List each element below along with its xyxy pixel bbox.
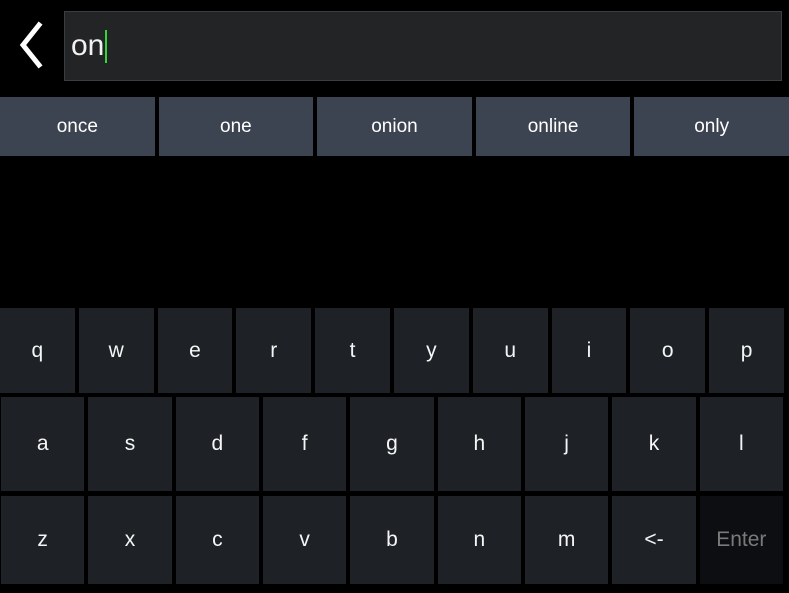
key-f[interactable]: f <box>262 397 347 491</box>
key-label: y <box>426 338 437 362</box>
suggestion-label: once <box>56 115 98 137</box>
key-label: u <box>504 338 517 362</box>
key-g[interactable]: g <box>350 397 434 491</box>
key-o[interactable]: o <box>630 308 706 393</box>
suggestion-chip[interactable]: once <box>0 97 155 156</box>
key-a[interactable]: a <box>1 397 85 491</box>
key-p[interactable]: p <box>709 308 784 393</box>
keyboard-row-2: asdfghjkl <box>0 397 789 491</box>
key-label: w <box>108 338 124 362</box>
suggestion-bar: once one onion online only <box>0 97 789 156</box>
key-backspace[interactable]: <- <box>612 496 696 584</box>
key-l[interactable]: l <box>699 397 783 491</box>
suggestion-chip[interactable]: online <box>475 97 631 156</box>
key-label: o <box>661 338 674 362</box>
suggestion-label: online <box>527 115 579 137</box>
key-label: Enter <box>716 528 767 551</box>
key-label: b <box>386 528 398 551</box>
key-label: j <box>564 432 569 455</box>
key-label: e <box>189 338 201 362</box>
suggestion-chip[interactable]: one <box>158 97 314 156</box>
key-label: x <box>124 528 136 551</box>
key-k[interactable]: k <box>612 397 696 491</box>
suggestion-label: one <box>220 115 252 137</box>
key-e[interactable]: e <box>157 308 233 393</box>
key-label: i <box>586 338 592 362</box>
key-label: m <box>557 528 576 551</box>
key-z[interactable]: z <box>1 496 85 584</box>
key-label: <- <box>644 528 664 551</box>
key-c[interactable]: c <box>175 496 259 584</box>
key-label: v <box>299 528 310 551</box>
key-label: a <box>36 432 49 455</box>
key-x[interactable]: x <box>88 496 172 584</box>
key-n[interactable]: n <box>437 496 521 584</box>
key-label: z <box>37 528 48 551</box>
key-label: s <box>124 432 136 455</box>
key-m[interactable]: m <box>524 496 609 584</box>
keyboard-row-3: z x c v b n m <- Enter <box>0 496 789 584</box>
search-input-value: on <box>71 29 105 62</box>
keyboard-row-1: qwertyuiop <box>0 308 789 393</box>
key-label: n <box>473 528 486 551</box>
suggestion-chip[interactable]: onion <box>317 97 472 156</box>
key-y[interactable]: y <box>393 308 469 393</box>
text-caret <box>105 29 108 63</box>
suggestion-chip[interactable]: only <box>634 97 789 156</box>
key-label: l <box>738 432 744 455</box>
chevron-left-icon <box>18 21 44 69</box>
key-label: g <box>386 432 398 455</box>
search-input-row: on <box>0 0 789 90</box>
key-label: k <box>648 432 660 455</box>
key-b[interactable]: b <box>350 496 434 584</box>
key-v[interactable]: v <box>262 496 347 584</box>
key-d[interactable]: d <box>175 397 259 491</box>
key-label: c <box>212 528 223 551</box>
key-j[interactable]: j <box>524 397 609 491</box>
search-input[interactable]: on <box>64 11 782 81</box>
key-label: h <box>473 432 486 455</box>
key-w[interactable]: w <box>78 308 154 393</box>
key-label: t <box>349 338 356 362</box>
key-label: r <box>270 338 278 362</box>
key-q[interactable]: q <box>0 308 75 393</box>
key-label: p <box>740 338 753 362</box>
key-label: q <box>31 338 44 362</box>
key-t[interactable]: t <box>315 308 390 393</box>
suggestion-label: only <box>694 115 730 137</box>
back-button[interactable] <box>0 3 62 87</box>
on-screen-keyboard-screen: on once one onion online only q w e r t y u i o p a s d… <box>0 0 789 593</box>
key-u[interactable]: u <box>472 308 548 393</box>
key-i[interactable]: i <box>551 308 627 393</box>
key-h[interactable]: h <box>437 397 521 491</box>
key-r[interactable]: r <box>236 308 312 393</box>
key-label: f <box>301 432 308 455</box>
key-enter: Enter <box>699 496 783 584</box>
key-label: d <box>211 432 224 455</box>
suggestion-label: onion <box>371 115 418 137</box>
virtual-keyboard: q w e r t y u i o p a s d f g h j k l z x c v b n m <- Enter <box>0 308 789 584</box>
key-s[interactable]: s <box>88 397 172 491</box>
